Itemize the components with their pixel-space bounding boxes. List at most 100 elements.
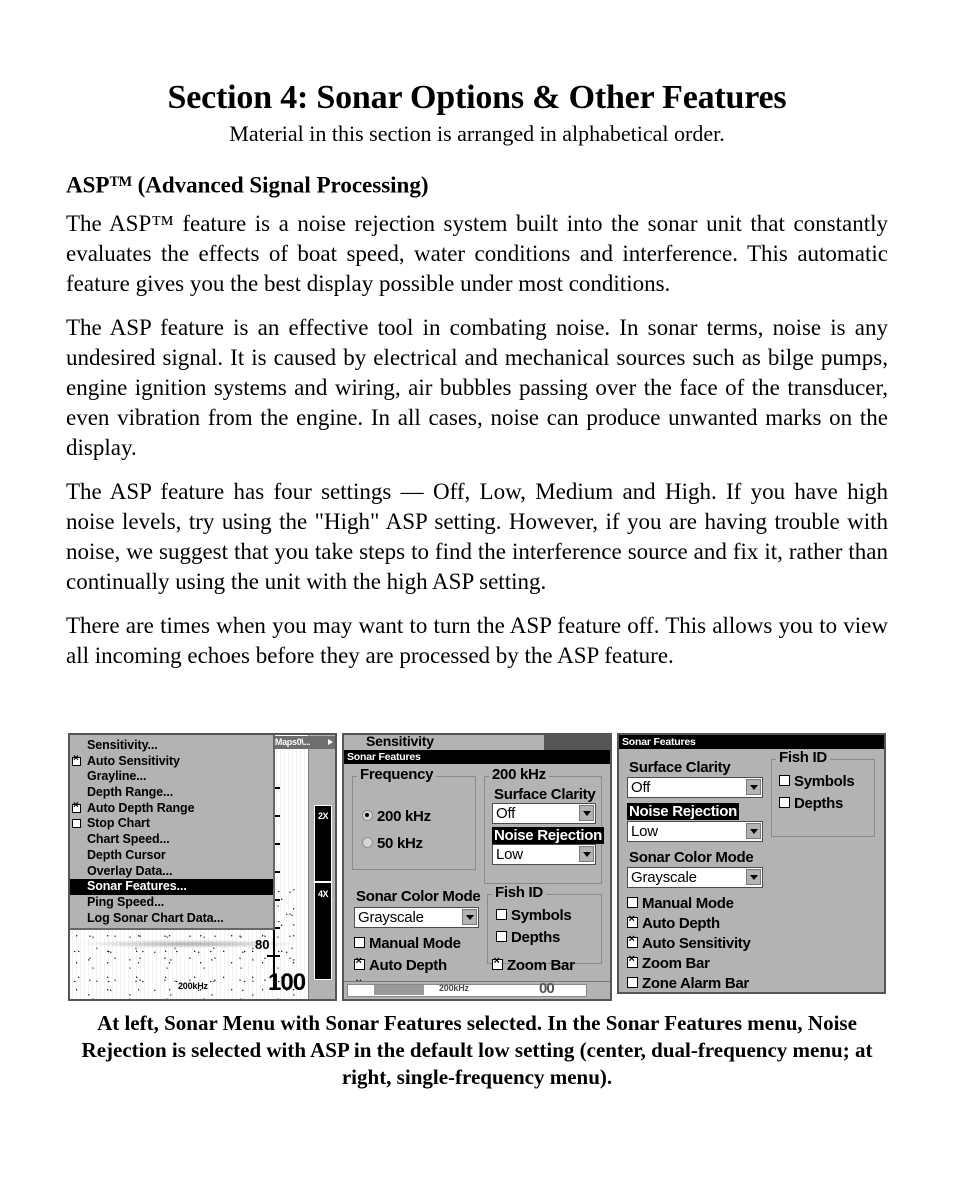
menu-item-label: Log Sonar Chart Data... — [87, 910, 224, 925]
noise-rejection-dropdown[interactable]: Low — [492, 844, 596, 865]
checkbox-zone-alarm-bar[interactable]: Zone Alarm Bar — [627, 976, 749, 991]
sonar-menu-panel: Sensitivity... Auto Sensitivity Grayline… — [70, 735, 275, 931]
menu-item-label: Depth Range... — [87, 785, 174, 800]
sonar-color-mode-label: Sonar Color Mode — [356, 888, 481, 905]
background-status-swatch — [374, 985, 424, 995]
chevron-down-icon[interactable] — [462, 909, 477, 925]
checkbox-icon[interactable] — [72, 819, 81, 829]
checkbox-fish-id-depths[interactable]: Depths — [779, 796, 843, 811]
chevron-down-icon[interactable] — [579, 846, 594, 862]
zoom-bar-indicator[interactable]: 2X 4X — [314, 805, 332, 980]
menu-item-depth-range[interactable]: Depth Range... — [70, 785, 273, 801]
menu-item-label: Sensitivity... — [87, 738, 158, 752]
sonar-color-mode-label: Sonar Color Mode — [629, 849, 754, 866]
trademark-mark: TM — [109, 174, 132, 190]
checkbox-icon[interactable] — [72, 754, 81, 766]
menu-item-label: Sonar Features... — [87, 879, 187, 894]
menu-item-label: Overlay Data... — [87, 863, 173, 878]
checkbox-fish-id-symbols[interactable]: Symbols — [496, 908, 572, 923]
background-depth-readout: 00 — [539, 980, 555, 997]
checkbox-icon — [496, 909, 507, 920]
chevron-down-icon[interactable] — [746, 869, 761, 885]
depth-label-80: 80 — [255, 937, 270, 952]
menu-item-sonar-features[interactable]: Sonar Features... — [70, 879, 273, 895]
zoom-bar-4x-label: 4X — [317, 889, 329, 899]
frequency-group-legend: Frequency — [357, 766, 437, 783]
chevron-right-icon — [328, 739, 333, 745]
noise-rejection-dropdown[interactable]: Low — [627, 821, 763, 842]
background-menu-tab — [544, 735, 610, 750]
checkbox-icon — [496, 931, 507, 942]
chevron-down-icon[interactable] — [746, 779, 761, 795]
noise-rejection-label: Noise Rejection — [627, 803, 740, 820]
subsection-heading-prefix: ASP — [66, 172, 110, 198]
sonar-menu-screenshot: 0 20 40 60 80 100 200kHz 3\Maps0\... 2X … — [68, 733, 337, 1001]
checkbox-zoom-bar[interactable]: Zoom Bar — [492, 956, 575, 973]
paragraph-3: The ASP feature has four settings — Off,… — [66, 479, 888, 595]
document-page: Section 4: Sonar Options & Other Feature… — [0, 0, 954, 1199]
depth-tick — [267, 955, 280, 957]
fish-id-legend: Fish ID — [492, 884, 546, 901]
chevron-down-icon[interactable] — [746, 823, 761, 839]
dialog-title-bar: Sonar Features — [619, 735, 884, 749]
checkbox-label: Symbols — [794, 773, 855, 790]
depth-label-100: 100 — [268, 969, 306, 996]
checkbox-label: Depths — [794, 795, 844, 812]
checkbox-fish-id-depths[interactable]: Depths — [496, 930, 560, 945]
checkbox-icon — [627, 934, 638, 948]
sonar-color-mode-dropdown[interactable]: Grayscale — [627, 867, 763, 888]
checkbox-icon — [627, 897, 638, 908]
paragraph-4: There are times when you may want to tur… — [66, 613, 888, 669]
sonar-color-mode-value: Grayscale — [358, 909, 424, 926]
checkbox-auto-depth[interactable]: Auto Depth — [354, 956, 447, 974]
menu-item-grayline[interactable]: Grayline... — [70, 769, 273, 785]
checkbox-icon — [627, 977, 638, 988]
menu-item-auto-depth-range[interactable]: Auto Depth Range — [70, 801, 273, 817]
menu-item-overlay-data[interactable]: Overlay Data... — [70, 864, 273, 880]
noise-rejection-value: Low — [496, 846, 523, 863]
checkbox-icon — [354, 956, 365, 970]
radio-50khz[interactable]: 50 kHz — [362, 836, 423, 851]
radio-icon — [362, 837, 373, 848]
checkbox-label: Zoom Bar — [642, 955, 710, 972]
checkbox-fish-id-symbols[interactable]: Symbols — [779, 773, 855, 790]
checkbox-icon — [627, 954, 638, 968]
radio-200khz-label: 200 kHz — [377, 808, 431, 825]
radio-200khz[interactable]: 200 kHz — [362, 809, 431, 824]
menu-item-ping-speed[interactable]: Ping Speed... — [70, 895, 273, 911]
menu-item-sensitivity[interactable]: Sensitivity... — [70, 738, 273, 754]
menu-item-auto-sensitivity[interactable]: Auto Sensitivity — [70, 754, 273, 770]
band-200khz-legend: 200 kHz — [489, 766, 549, 783]
zoom-bar-2x-label: 2X — [317, 811, 329, 821]
checkbox-zoom-bar[interactable]: Zoom Bar — [627, 954, 710, 972]
menu-item-log-sonar-chart-data[interactable]: Log Sonar Chart Data... — [70, 911, 273, 927]
checkbox-label: Auto Depth — [369, 957, 447, 974]
surface-clarity-dropdown[interactable]: Off — [492, 803, 596, 824]
checkbox-label: Depths — [511, 929, 561, 946]
checkbox-icon[interactable] — [72, 801, 81, 813]
background-menu-strip: Sensitivity — [344, 735, 610, 750]
checkbox-icon — [779, 797, 790, 808]
surface-clarity-dropdown[interactable]: Off — [627, 777, 763, 798]
checkbox-manual-mode[interactable]: Manual Mode — [627, 896, 734, 911]
surface-clarity-label: Surface Clarity — [494, 786, 596, 803]
checkbox-auto-sensitivity[interactable]: Auto Sensitivity — [627, 934, 751, 951]
menu-item-label: Ping Speed... — [87, 894, 165, 909]
dialog-body: Frequency 200 kHz 50 kHz 200 kHz Surface… — [344, 764, 610, 995]
checkbox-manual-mode[interactable]: Manual Mode — [354, 936, 461, 951]
menu-item-label: Auto Depth Range — [87, 800, 195, 815]
menu-item-chart-speed[interactable]: Chart Speed... — [70, 832, 273, 848]
menu-item-depth-cursor[interactable]: Depth Cursor — [70, 848, 273, 864]
chevron-down-icon[interactable] — [579, 805, 594, 821]
sonar-color-mode-dropdown[interactable]: Grayscale — [354, 907, 479, 928]
article-body: Section 4: Sonar Options & Other Feature… — [66, 78, 888, 681]
checkbox-label: Manual Mode — [642, 895, 734, 912]
radio-icon — [362, 810, 373, 821]
figure-caption: At left, Sonar Menu with Sonar Features … — [81, 1011, 873, 1089]
menu-item-label: Auto Sensitivity — [87, 753, 180, 768]
menu-item-label: Grayline... — [87, 769, 147, 784]
maps-tab-button[interactable]: 3\Maps0\... — [266, 736, 335, 749]
paragraph-2: The ASP feature is an effective tool in … — [66, 315, 888, 461]
menu-item-stop-chart[interactable]: Stop Chart — [70, 816, 273, 832]
checkbox-auto-depth[interactable]: Auto Depth — [627, 914, 720, 931]
